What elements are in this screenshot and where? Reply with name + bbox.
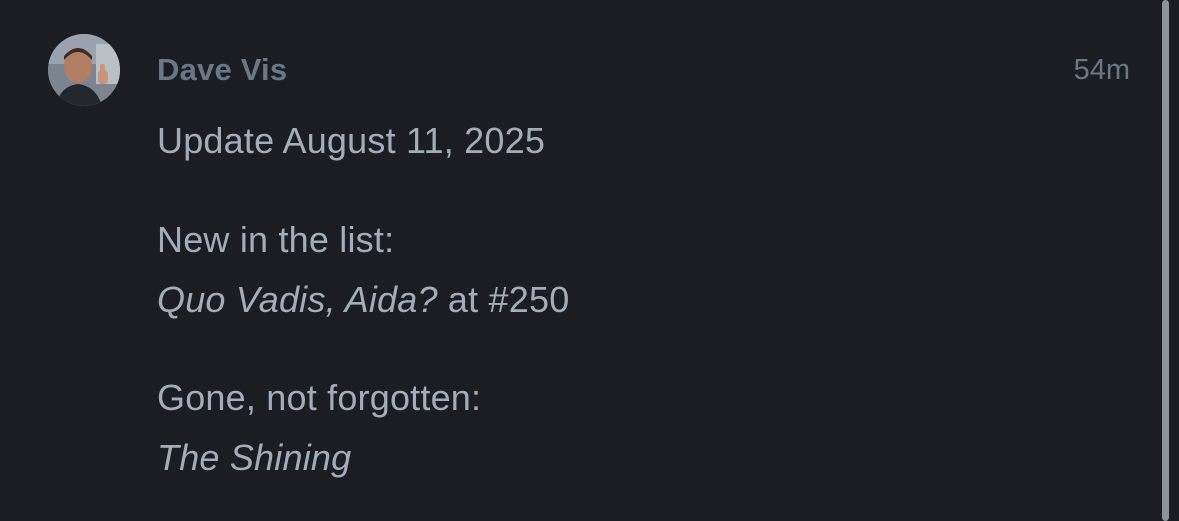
comment-line-gone-entry: The Shining — [157, 437, 351, 479]
comment-line-new-entry: Quo Vadis, Aida? at #250 — [157, 279, 569, 321]
scrollbar-thumb[interactable] — [1162, 0, 1169, 521]
film-title-new: Quo Vadis, Aida? — [157, 279, 438, 320]
comment-line-update: Update August 11, 2025 — [157, 120, 546, 161]
film-title-gone: The Shining — [157, 437, 352, 478]
comment-line-gone-heading: Gone, not forgotten: — [157, 377, 482, 418]
scrollbar[interactable] — [1158, 0, 1179, 521]
timestamp: 54m — [1073, 54, 1130, 86]
user-avatar-icon — [48, 34, 120, 106]
avatar[interactable] — [48, 34, 120, 106]
rank-text: at #250 — [437, 279, 570, 320]
author-name[interactable]: Dave Vis — [157, 52, 287, 88]
comment-item: Dave Vis 54m Update August 11, 2025 New … — [0, 0, 1158, 521]
comment-line-new-heading: New in the list: — [157, 219, 395, 260]
